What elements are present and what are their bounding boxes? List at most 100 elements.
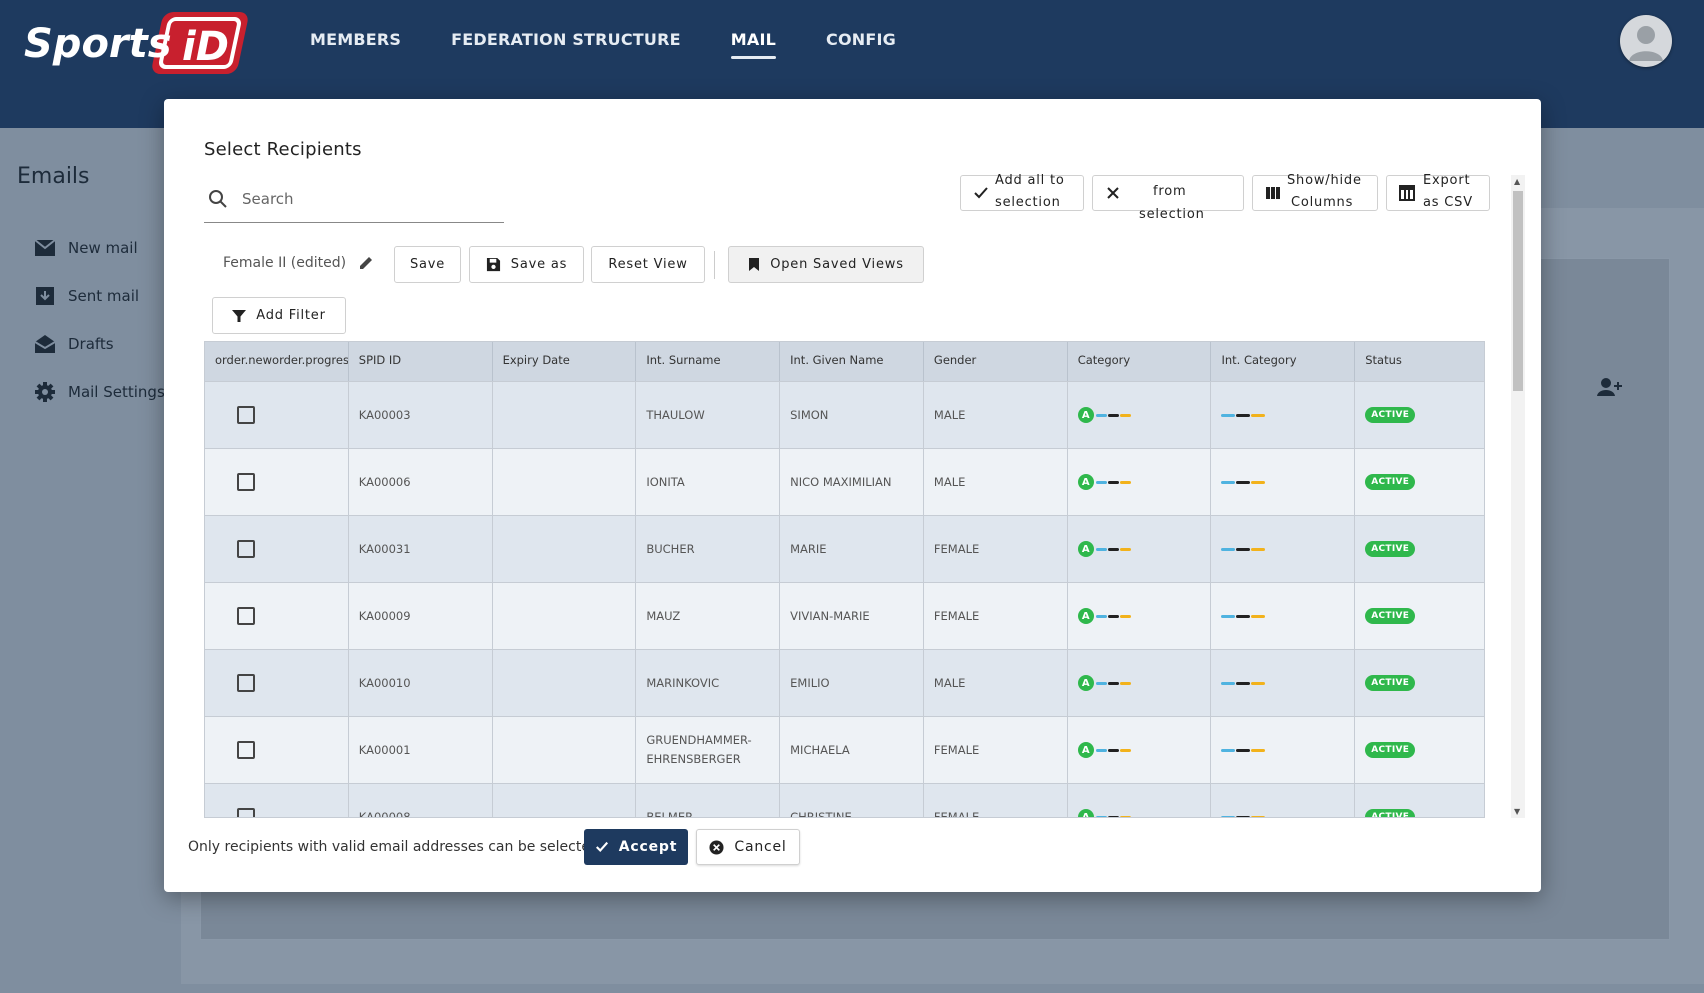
table-body: KA00003 THAULOW SIMON MALE A ACTIVE KA00006 ION…	[205, 381, 1484, 817]
table-scrollbar[interactable]: ▲ ▼	[1511, 175, 1525, 818]
category-segment	[1221, 547, 1236, 551]
column-header[interactable]: Int. Category	[1211, 342, 1356, 381]
sidebar-item-drafts[interactable]: Drafts	[34, 320, 165, 368]
sidebar-item-new-mail[interactable]: New mail	[34, 224, 165, 272]
nav-members[interactable]: MEMBERS	[310, 30, 401, 59]
scroll-up-arrow-icon[interactable]: ▲	[1514, 177, 1520, 186]
category-segment	[1119, 748, 1131, 752]
status-cell: ACTIVE	[1355, 449, 1484, 515]
spid-cell: KA00006	[349, 449, 493, 515]
table-row[interactable]: KA00006 IONITA NICO MAXIMILIAN MALE A ACTIVE	[205, 448, 1484, 515]
spid-cell: KA00010	[349, 650, 493, 716]
row-checkbox[interactable]	[237, 674, 255, 692]
nav-mail[interactable]: MAIL	[730, 30, 777, 59]
int-category-indicator	[1221, 480, 1266, 484]
category-badge: A	[1077, 608, 1094, 624]
row-checkbox[interactable]	[237, 473, 255, 491]
category-cell: A	[1068, 382, 1212, 448]
save-as-button[interactable]: Save as	[469, 246, 584, 283]
status-badge: ACTIVE	[1365, 675, 1416, 691]
mail-sidebar: New mail Sent mail Drafts Mail Settings	[34, 224, 165, 416]
bookmark-icon	[749, 258, 760, 271]
row-checkbox[interactable]	[237, 607, 255, 625]
table-row[interactable]: KA00010 MARINKOVIC EMILIO MALE A ACTIVE	[205, 649, 1484, 716]
category-cell: A	[1068, 583, 1212, 649]
floppy-disk-icon	[486, 257, 500, 272]
button-label: Reset View	[608, 257, 688, 272]
button-label: selection	[1139, 207, 1205, 222]
column-header[interactable]: SPID ID	[349, 342, 493, 381]
open-saved-views-button[interactable]: Open Saved Views	[728, 246, 924, 283]
close-circle-icon	[709, 839, 724, 855]
row-checkbox[interactable]	[237, 741, 255, 759]
nav-config[interactable]: CONFIG	[826, 30, 896, 59]
given-name-cell: SIMON	[780, 382, 924, 448]
column-header[interactable]: Int. Surname	[636, 342, 781, 381]
column-header[interactable]: Category	[1068, 342, 1212, 381]
button-label: Add Filter	[256, 308, 326, 323]
scroll-down-arrow-icon[interactable]: ▼	[1514, 807, 1520, 816]
save-view-button[interactable]: Save	[394, 246, 461, 283]
sidebar-item-label: Mail Settings	[68, 383, 165, 401]
category-segment	[1221, 413, 1236, 417]
remove-from-selection-button[interactable]: from selection	[1092, 175, 1244, 222]
sidebar-item-mail-settings[interactable]: Mail Settings	[34, 368, 165, 416]
column-header[interactable]: Int. Given Name	[780, 342, 924, 381]
category-segment	[1119, 547, 1131, 551]
user-avatar[interactable]	[1620, 15, 1672, 67]
category-segment	[1107, 681, 1119, 685]
category-segment	[1221, 681, 1236, 685]
category-segment	[1251, 480, 1266, 484]
show-hide-columns-button[interactable]: Show/hide Columns	[1252, 173, 1378, 211]
check-icon	[595, 841, 608, 853]
table-row[interactable]: KA00009 MAUZ VIVIAN-MARIE FEMALE A ACTIVE	[205, 582, 1484, 649]
table-row[interactable]: KA00003 THAULOW SIMON MALE A ACTIVE	[205, 381, 1484, 448]
int-category-cell	[1211, 784, 1356, 817]
search-icon	[209, 189, 227, 208]
column-header[interactable]: Status	[1355, 342, 1484, 381]
search-box	[204, 175, 504, 223]
category-indicator: A	[1077, 474, 1132, 490]
gender-cell: MALE	[924, 449, 1068, 515]
category-segment	[1221, 815, 1236, 817]
expiry-cell	[493, 449, 637, 515]
category-indicator: A	[1077, 407, 1132, 423]
status-cell: ACTIVE	[1355, 516, 1484, 582]
surname-cell: BUCHER	[636, 516, 781, 582]
add-filter-button[interactable]: Add Filter	[212, 297, 346, 334]
cancel-button[interactable]: Cancel	[696, 829, 800, 865]
table-row[interactable]: KA00031 BUCHER MARIE FEMALE A ACTIVE	[205, 515, 1484, 582]
column-header[interactable]: Gender	[924, 342, 1068, 381]
category-badge: A	[1077, 474, 1094, 490]
export-csv-button[interactable]: Export as CSV	[1386, 173, 1490, 211]
search-input[interactable]	[242, 189, 482, 208]
sidebar-item-sent-mail[interactable]: Sent mail	[34, 272, 165, 320]
sportsid-logo[interactable]: Sports iD	[22, 10, 260, 78]
surname-cell: MARINKOVIC	[636, 650, 781, 716]
category-segment	[1107, 815, 1119, 817]
category-segment	[1095, 681, 1107, 685]
button-label: Add all to	[995, 173, 1065, 188]
row-checkbox[interactable]	[237, 540, 255, 558]
expiry-cell	[493, 717, 637, 783]
sidebar-item-label: Drafts	[68, 335, 114, 353]
nav-federation-structure[interactable]: FEDERATION STRUCTURE	[451, 30, 681, 59]
row-checkbox[interactable]	[237, 406, 255, 424]
surname-cell: GRUENDHAMMER-EHRENSBERGER	[636, 717, 781, 783]
add-all-to-selection-button[interactable]: Add all to selection	[960, 173, 1084, 211]
button-label: Cancel	[734, 839, 787, 855]
accept-button[interactable]: Accept	[584, 829, 688, 865]
sidebar-item-label: New mail	[68, 239, 138, 257]
reset-view-button[interactable]: Reset View	[591, 246, 705, 283]
pencil-icon[interactable]	[358, 255, 374, 271]
category-segment	[1251, 413, 1266, 417]
category-cell: A	[1068, 449, 1212, 515]
close-icon	[1107, 187, 1119, 199]
spid-cell: KA00001	[349, 717, 493, 783]
row-checkbox[interactable]	[237, 808, 255, 817]
column-header[interactable]: Expiry Date	[493, 342, 637, 381]
scrollbar-thumb[interactable]	[1513, 191, 1523, 391]
table-row[interactable]: KA00008 BELMER CHRISTINE FEMALE A ACTIVE	[205, 783, 1484, 817]
table-row[interactable]: KA00001 GRUENDHAMMER-EHRENSBERGER MICHAELA…	[205, 716, 1484, 783]
column-header[interactable]: order.neworder.progress.s	[205, 342, 349, 381]
